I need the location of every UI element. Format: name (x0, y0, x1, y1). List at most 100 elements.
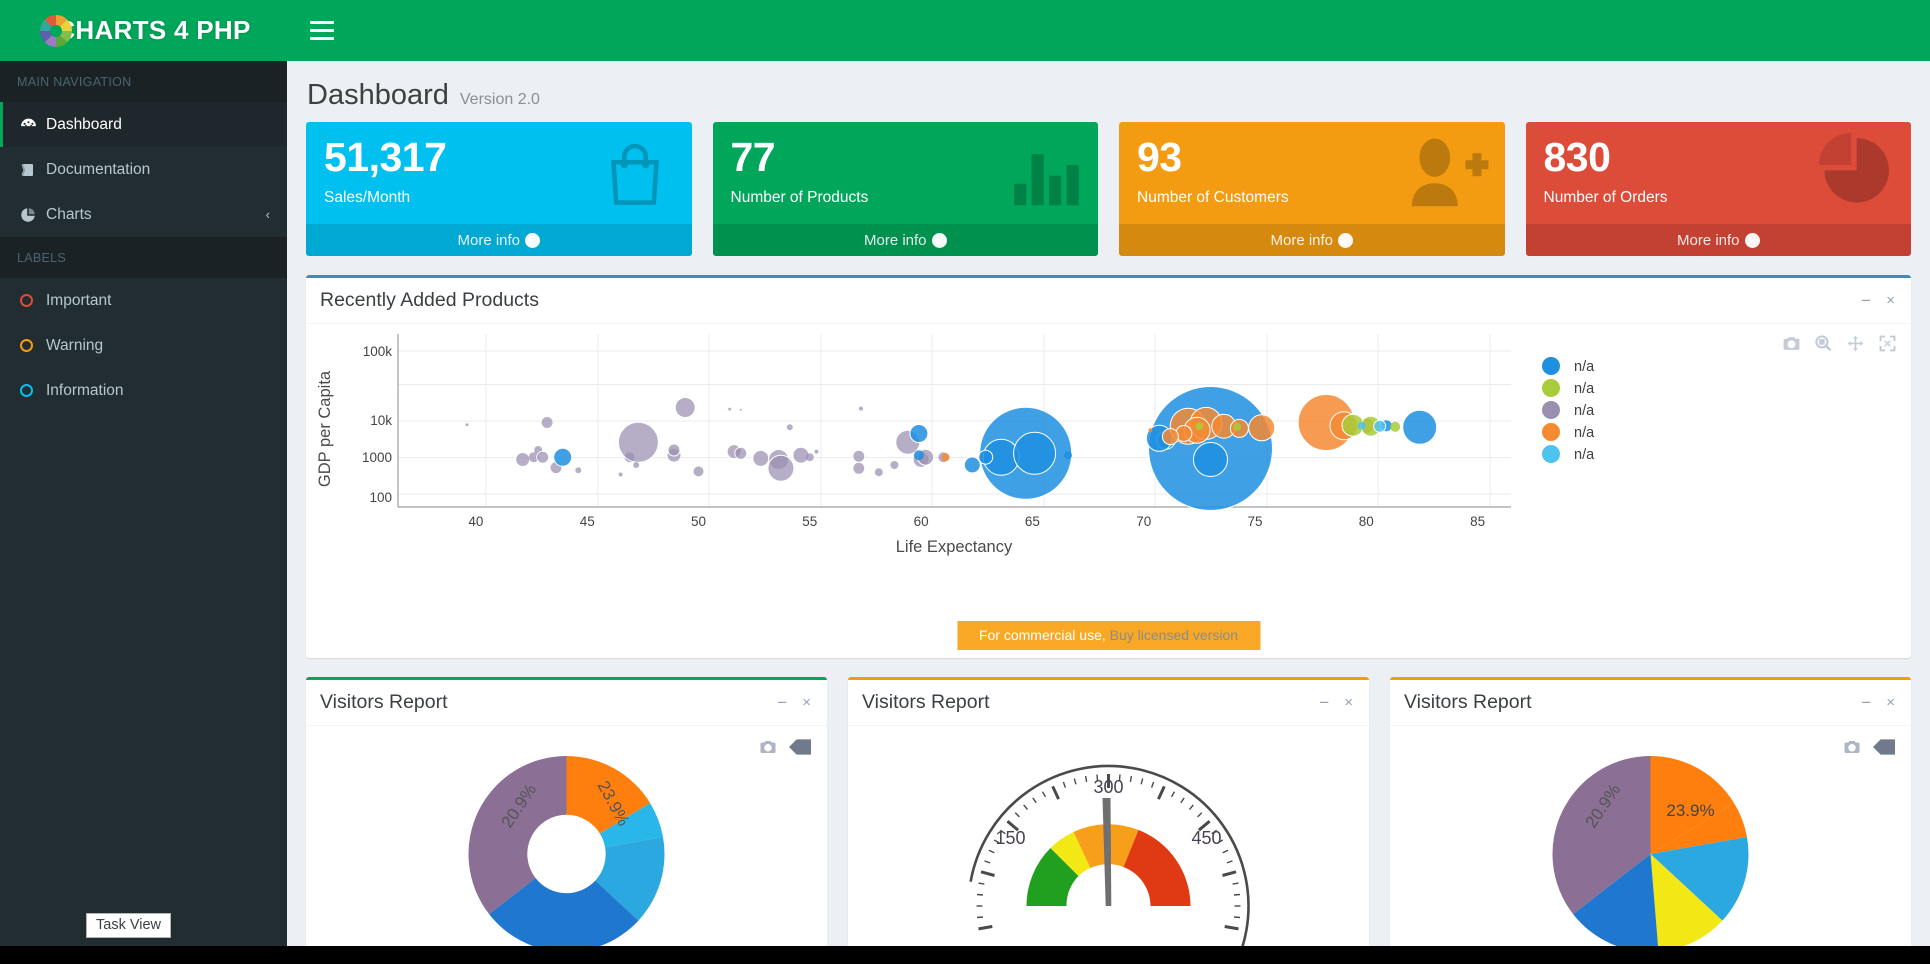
bubble-point[interactable] (1233, 422, 1242, 431)
bubble-point[interactable] (909, 424, 929, 444)
bubble-point[interactable] (1193, 442, 1228, 478)
bubble-chart[interactable]: 100k 10k 1000 100 40 45 50 55 60 65 70 75 80 85 G… (306, 324, 1911, 654)
info-box-more-link[interactable]: More info (306, 224, 692, 257)
xtick-40: 40 (468, 514, 483, 529)
info-box-sales[interactable]: 51,317 Sales/Month More info (306, 122, 692, 257)
xtick-70: 70 (1136, 514, 1151, 529)
sidebar-item-information[interactable]: Information (0, 368, 287, 413)
bubble-point[interactable] (890, 461, 899, 470)
recently-added-products-panel: Recently Added Products − × 100k 10k 100… (306, 275, 1911, 659)
bubble-point[interactable] (913, 450, 924, 461)
info-box-customers[interactable]: 93 Number of Customers More info (1119, 122, 1505, 257)
tag-icon[interactable] (1873, 739, 1895, 755)
legend-swatch[interactable] (1542, 379, 1560, 398)
info-box-row: 51,317 Sales/Month More info 77 Number o… (287, 122, 1930, 257)
bubble-point[interactable] (465, 423, 469, 427)
info-box-more-label: More info (863, 232, 927, 250)
bubble-point[interactable] (767, 454, 795, 482)
bubble-point[interactable] (515, 452, 531, 468)
close-button[interactable]: × (1344, 695, 1353, 710)
bubble-point[interactable] (674, 397, 696, 419)
bubble-point[interactable] (575, 467, 582, 474)
legend-swatch[interactable] (1542, 357, 1560, 376)
pan-icon[interactable] (1846, 334, 1865, 353)
info-box-more-link[interactable]: More info (712, 224, 1098, 257)
license-banner[interactable]: For commercial use, Buy licensed version (956, 621, 1261, 651)
sidebar-item-charts[interactable]: Charts ‹ (0, 192, 287, 237)
legend-swatch[interactable] (1542, 423, 1560, 442)
bubble-point[interactable] (739, 408, 742, 411)
xtick-80: 80 (1359, 514, 1374, 529)
bubble-point[interactable] (1161, 428, 1179, 446)
arrow-circle-right-icon (931, 233, 947, 249)
donut-chart[interactable]: 23.9% 20.9% (306, 726, 827, 964)
bubble-point[interactable] (693, 466, 704, 477)
bubble-point[interactable] (728, 407, 732, 411)
camera-icon[interactable] (1782, 334, 1801, 353)
minimize-button[interactable]: − (777, 694, 787, 711)
bubble-point[interactable] (536, 450, 550, 464)
bubble-point[interactable] (874, 468, 883, 477)
sidebar-item-dashboard[interactable]: Dashboard (0, 102, 287, 147)
bubble-point[interactable] (978, 449, 994, 465)
info-box-more-link[interactable]: More info (1119, 224, 1505, 257)
bubble-point[interactable] (553, 447, 573, 467)
bubble-point[interactable] (786, 424, 793, 431)
gauge-minor-tick (1032, 797, 1037, 804)
bubble-point[interactable] (1373, 419, 1387, 433)
pie-chart[interactable]: 23.9% 20.9% (1390, 726, 1911, 964)
bubble-point[interactable] (752, 449, 770, 467)
bubble-point[interactable] (617, 421, 659, 463)
gauge-major-tick (1157, 785, 1166, 800)
bubble-point[interactable] (667, 443, 681, 457)
gauge-minor-tick (984, 860, 991, 864)
bubble-point[interactable] (1357, 421, 1366, 430)
legend-swatch[interactable] (1542, 445, 1560, 464)
minimize-button[interactable]: − (1861, 292, 1871, 309)
gauge-minor-tick (1023, 804, 1029, 810)
bubble-point[interactable] (814, 449, 819, 454)
bubble-point[interactable] (1013, 431, 1057, 475)
sidebar-item-important[interactable]: Important (0, 278, 287, 323)
page-title: Dashboard (307, 79, 449, 111)
close-button[interactable]: × (1886, 293, 1895, 308)
hamburger-icon[interactable] (305, 14, 339, 46)
sidebar-item-documentation[interactable]: Documentation (0, 147, 287, 192)
sidebar-section-labels: LABELS (0, 237, 287, 278)
close-button[interactable]: × (802, 695, 811, 710)
bubble-point[interactable] (1402, 409, 1438, 445)
bubble-point[interactable] (734, 446, 748, 460)
buy-license-link[interactable]: Buy licensed version (1110, 627, 1238, 643)
sidebar-item-warning[interactable]: Warning (0, 323, 287, 368)
info-box-products[interactable]: 77 Number of Products More info (712, 122, 1098, 257)
bubble-point[interactable] (859, 406, 863, 411)
minimize-button[interactable]: − (1861, 694, 1871, 711)
bubble-point[interactable] (963, 456, 981, 474)
info-box-orders[interactable]: 830 Number of Orders More info (1525, 122, 1911, 257)
close-button[interactable]: × (1886, 695, 1895, 710)
bubble-point[interactable] (852, 449, 866, 463)
camera-icon[interactable] (759, 738, 777, 756)
zoom-icon[interactable] (1814, 334, 1833, 353)
info-box-more-link[interactable]: More info (1525, 224, 1911, 257)
bubble-point[interactable] (805, 453, 814, 462)
brand-logo[interactable]: CHARTS 4 PHP (0, 0, 287, 61)
bubble-point[interactable] (1390, 421, 1401, 432)
bubble-point[interactable] (618, 472, 623, 477)
bubble-point[interactable] (1148, 428, 1153, 433)
tag-icon[interactable] (789, 739, 811, 755)
legend-swatch[interactable] (1542, 401, 1560, 420)
chart-legend[interactable]: n/a n/a n/a n/a n/a (1542, 357, 1595, 464)
bubble-point[interactable] (852, 461, 866, 475)
bubble-point[interactable] (1064, 451, 1072, 460)
gauge-chart[interactable]: 150 300 450 (848, 726, 1369, 964)
bubble-point[interactable] (633, 462, 640, 469)
bubble-point[interactable] (1248, 414, 1276, 442)
bubble-point[interactable] (540, 416, 554, 430)
minimize-button[interactable]: − (1319, 694, 1329, 711)
autoscale-icon[interactable] (1878, 334, 1897, 353)
bubble-point[interactable] (941, 453, 950, 462)
camera-icon[interactable] (1843, 738, 1861, 756)
bubble-point[interactable] (1195, 422, 1204, 431)
sidebar-item-label: Documentation (46, 160, 151, 178)
